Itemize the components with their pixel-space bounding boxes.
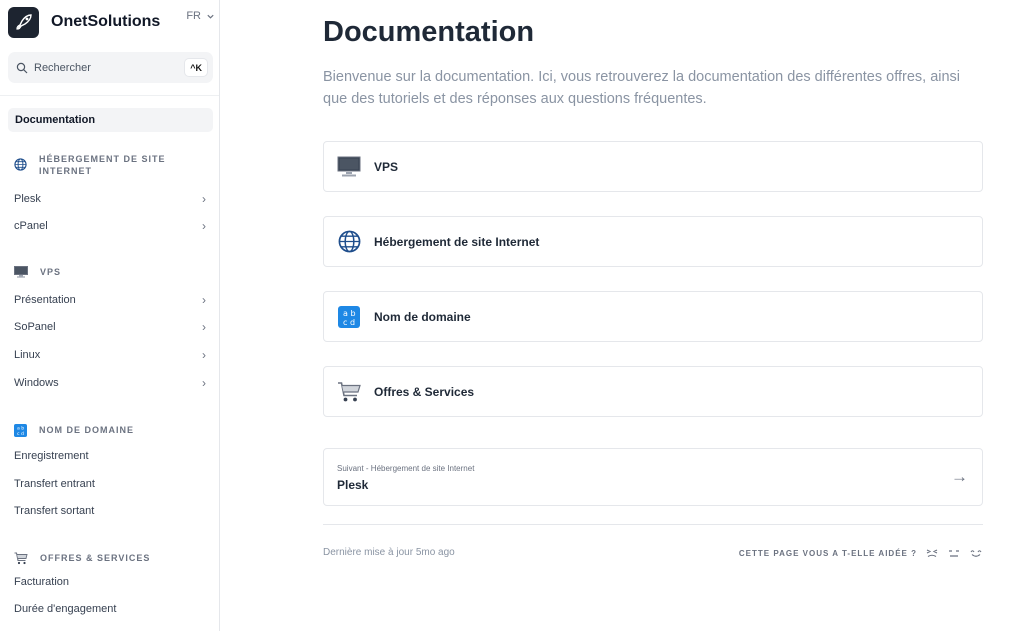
chevron-right-icon: › [202, 348, 206, 362]
happy-face-icon[interactable] [969, 546, 983, 560]
next-caption: Suivant - Hébergement de site Internet [337, 464, 475, 473]
chevron-right-icon: › [202, 320, 206, 334]
search-box[interactable]: Rechercher ^K [8, 52, 213, 83]
card-offres-services[interactable]: Offres & Services [323, 366, 983, 417]
sidebar-item-label: Durée d'engagement [14, 603, 117, 615]
search-shortcut: ^K [185, 59, 207, 76]
card-vps[interactable]: VPS [323, 141, 983, 192]
card-label: Offres & Services [374, 384, 475, 399]
chevron-down-icon [207, 14, 214, 19]
chevron-right-icon: › [202, 293, 206, 307]
svg-text:c d: c d [17, 431, 24, 437]
section-offres-services: OFFRES & SERVICES [14, 552, 150, 565]
page-title: Documentation [323, 16, 535, 48]
search-placeholder: Rechercher [34, 61, 91, 74]
brand[interactable]: OnetSolutions [8, 5, 213, 39]
section-title: OFFRES & SERVICES [40, 553, 151, 563]
section-title: NOM DE DOMAINE [39, 425, 134, 435]
sidebar-item-label: Windows [14, 377, 59, 389]
sidebar: OnetSolutions FR Rechercher ^K Documenta… [0, 0, 220, 631]
chevron-right-icon: › [202, 376, 206, 390]
section-hebergement: HÉBERGEMENT DE SITE INTERNET [14, 153, 179, 177]
sidebar-item-label: Facturation [14, 576, 70, 588]
sidebar-item-plesk[interactable]: Plesk › [14, 189, 206, 209]
monitor-icon [337, 155, 361, 179]
rocket-logo-icon [8, 6, 39, 38]
section-nom-de-domaine: a bc d NOM DE DOMAINE [14, 424, 134, 437]
arrow-right-icon: → [951, 467, 968, 486]
sidebar-item-label: SoPanel [14, 321, 56, 333]
abcd-icon: a bc d [14, 424, 27, 437]
sidebar-item-label: Transfert sortant [14, 505, 95, 517]
sidebar-item-windows[interactable]: Windows › [14, 373, 206, 393]
feedback-question: CETTE PAGE VOUS A T-ELLE AIDÉE ? [738, 548, 917, 558]
globe-icon [337, 230, 361, 254]
next-page-link[interactable]: Suivant - Hébergement de site Internet P… [323, 448, 983, 506]
last-updated: Dernière mise à jour 5mo ago [323, 547, 455, 558]
sad-face-icon[interactable] [925, 546, 939, 560]
feedback-bar: CETTE PAGE VOUS A T-ELLE AIDÉE ? [739, 546, 983, 560]
sidebar-item-enregistrement[interactable]: Enregistrement [14, 446, 206, 466]
chevron-right-icon: › [202, 219, 206, 233]
card-nom-de-domaine[interactable]: a bc d Nom de domaine [323, 291, 983, 342]
chevron-right-icon: › [202, 192, 206, 206]
section-title: VPS [40, 267, 62, 277]
svg-text:a b: a b [343, 309, 356, 318]
abcd-icon: a bc d [337, 305, 361, 329]
language-label: FR [186, 10, 201, 22]
card-hebergement[interactable]: Hébergement de site Internet [323, 216, 983, 267]
divider [323, 524, 983, 525]
sidebar-item-sopanel[interactable]: SoPanel › [14, 317, 206, 337]
sidebar-item-documentation[interactable]: Documentation [8, 108, 213, 132]
card-label: VPS [374, 159, 399, 174]
globe-icon [14, 158, 27, 171]
cart-icon [337, 380, 361, 404]
monitor-icon [14, 266, 28, 278]
card-label: Hébergement de site Internet [374, 234, 540, 249]
sidebar-item-label: Transfert entrant [14, 478, 95, 490]
sidebar-item-label: Enregistrement [14, 450, 89, 462]
sidebar-item-label: Plesk [14, 193, 41, 205]
svg-text:a b: a b [17, 426, 24, 432]
brand-name: OnetSolutions [51, 13, 161, 30]
sidebar-item-presentation[interactable]: Présentation › [14, 290, 206, 310]
sidebar-item-label: Présentation [14, 294, 76, 306]
page-intro: Bienvenue sur la documentation. Ici, vou… [323, 69, 961, 107]
sidebar-item-facturation[interactable]: Facturation [14, 572, 206, 592]
cart-icon [14, 552, 28, 565]
language-selector[interactable]: FR [186, 10, 215, 22]
sidebar-item-transfert-entrant[interactable]: Transfert entrant [14, 474, 206, 494]
svg-text:c d: c d [343, 318, 355, 327]
sidebar-item-transfert-sortant[interactable]: Transfert sortant [14, 501, 206, 521]
sidebar-item-linux[interactable]: Linux › [14, 345, 206, 365]
sidebar-item-duree-engagement[interactable]: Durée d'engagement [14, 599, 206, 619]
search-icon [16, 62, 28, 73]
neutral-face-icon[interactable] [947, 546, 961, 560]
section-title: HÉBERGEMENT DE SITE INTERNET [39, 154, 166, 176]
next-title: Plesk [337, 478, 369, 492]
section-vps: VPS [14, 266, 61, 278]
sidebar-item-label: Linux [14, 349, 41, 361]
card-label: Nom de domaine [374, 309, 471, 324]
divider [0, 95, 219, 96]
sidebar-item-label: cPanel [14, 220, 48, 232]
sidebar-item-cpanel[interactable]: cPanel › [14, 216, 206, 236]
